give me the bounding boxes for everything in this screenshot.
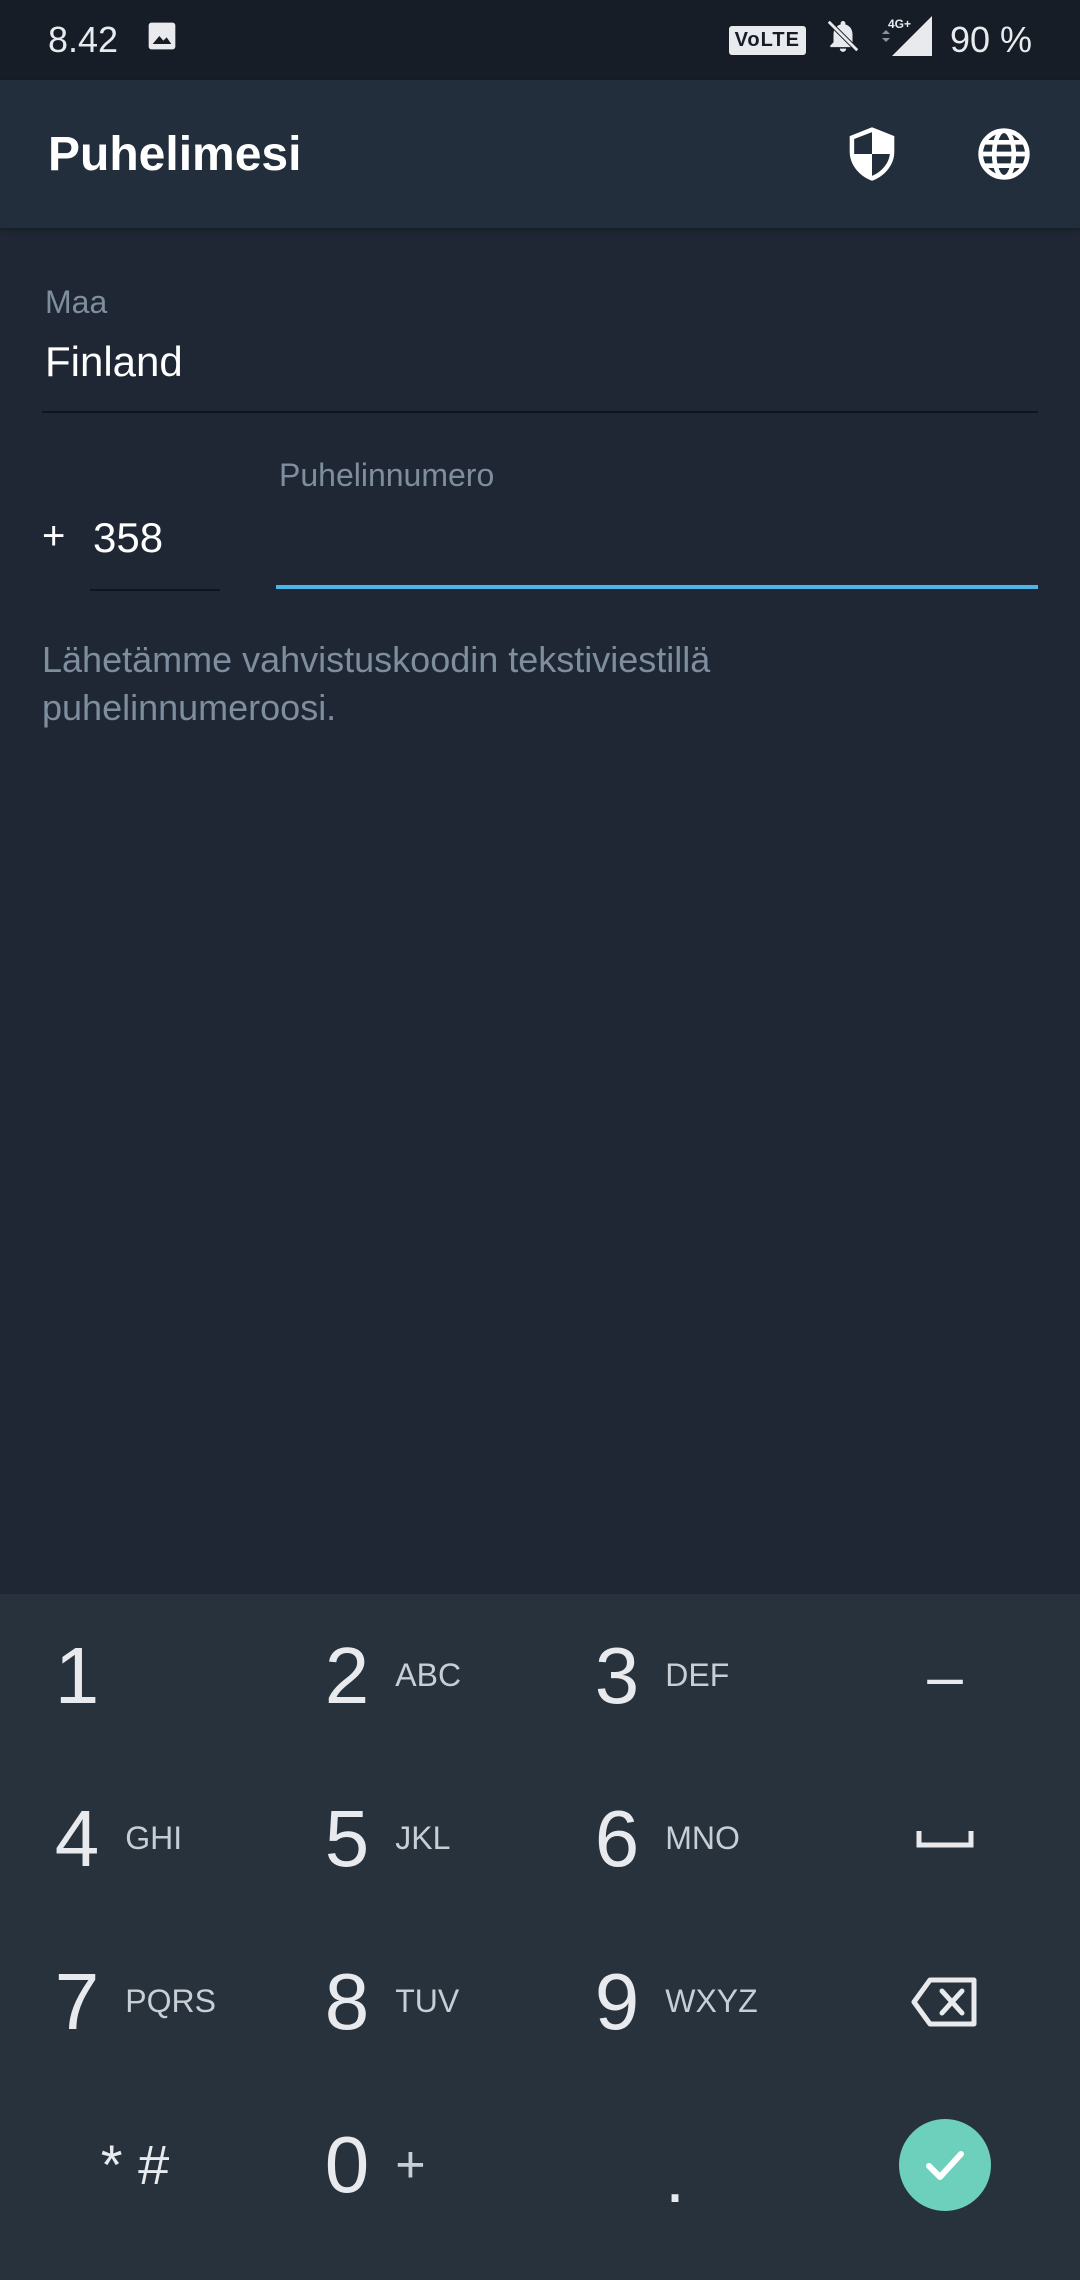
- key-6[interactable]: 6 MNO: [540, 1757, 810, 1920]
- plus-sign: +: [42, 514, 66, 558]
- volte-badge: VoLTE: [728, 25, 806, 55]
- app-bar: Puhelimesi: [0, 80, 1080, 228]
- key-7[interactable]: 7 PQRS: [0, 1920, 270, 2083]
- numeric-keypad: 1 2 ABC 3 DEF – 4 GHI 5 JKL 6 MNO 7 PQRS…: [0, 1594, 1080, 2280]
- backspace-icon: [911, 1977, 977, 2026]
- battery-text: 90 %: [949, 19, 1032, 60]
- country-field[interactable]: Finland: [45, 338, 183, 386]
- signal-icon: 4G+: [880, 15, 932, 65]
- shield-icon: [849, 127, 895, 181]
- notifications-off-icon: [824, 17, 862, 64]
- space-icon: [916, 1830, 974, 1847]
- key-8[interactable]: 8 TUV: [270, 1920, 540, 2083]
- status-bar: 8.42 VoLTE 4G+ 90 %: [0, 0, 1080, 80]
- key-4[interactable]: 4 GHI: [0, 1757, 270, 1920]
- key-3[interactable]: 3 DEF: [540, 1594, 810, 1757]
- country-code-input[interactable]: 358: [93, 514, 163, 562]
- key-2[interactable]: 2 ABC: [270, 1594, 540, 1757]
- key-star-hash[interactable]: * #: [0, 2083, 270, 2246]
- done-key[interactable]: [810, 2083, 1080, 2246]
- key-0[interactable]: 0 +: [270, 2083, 540, 2246]
- key-backspace[interactable]: [810, 1920, 1080, 2083]
- country-underline: [42, 411, 1038, 413]
- hint-text: Lähetämme vahvistuskoodin tekstiviestill…: [42, 639, 711, 728]
- phone-label: Puhelinnumero: [279, 457, 495, 493]
- key-1[interactable]: 1: [0, 1594, 270, 1757]
- country-label: Maa: [45, 284, 108, 320]
- privacy-button[interactable]: [844, 126, 900, 182]
- image-notification-icon: [146, 19, 178, 61]
- country-code-underline: [90, 589, 220, 591]
- done-button[interactable]: [899, 2118, 991, 2211]
- key-dot[interactable]: .: [540, 2083, 810, 2246]
- svg-text:4G+: 4G+: [888, 17, 911, 31]
- phone-underline: [276, 585, 1038, 589]
- key-9[interactable]: 9 WXYZ: [540, 1920, 810, 2083]
- status-time: 8.42: [48, 19, 119, 60]
- globe-icon: [978, 128, 1030, 180]
- key-space[interactable]: [810, 1757, 1080, 1920]
- key-minus[interactable]: –: [810, 1594, 1080, 1757]
- check-icon: [926, 2150, 964, 2180]
- page-title: Puhelimesi: [48, 127, 302, 181]
- language-button[interactable]: [976, 126, 1032, 182]
- key-5[interactable]: 5 JKL: [270, 1757, 540, 1920]
